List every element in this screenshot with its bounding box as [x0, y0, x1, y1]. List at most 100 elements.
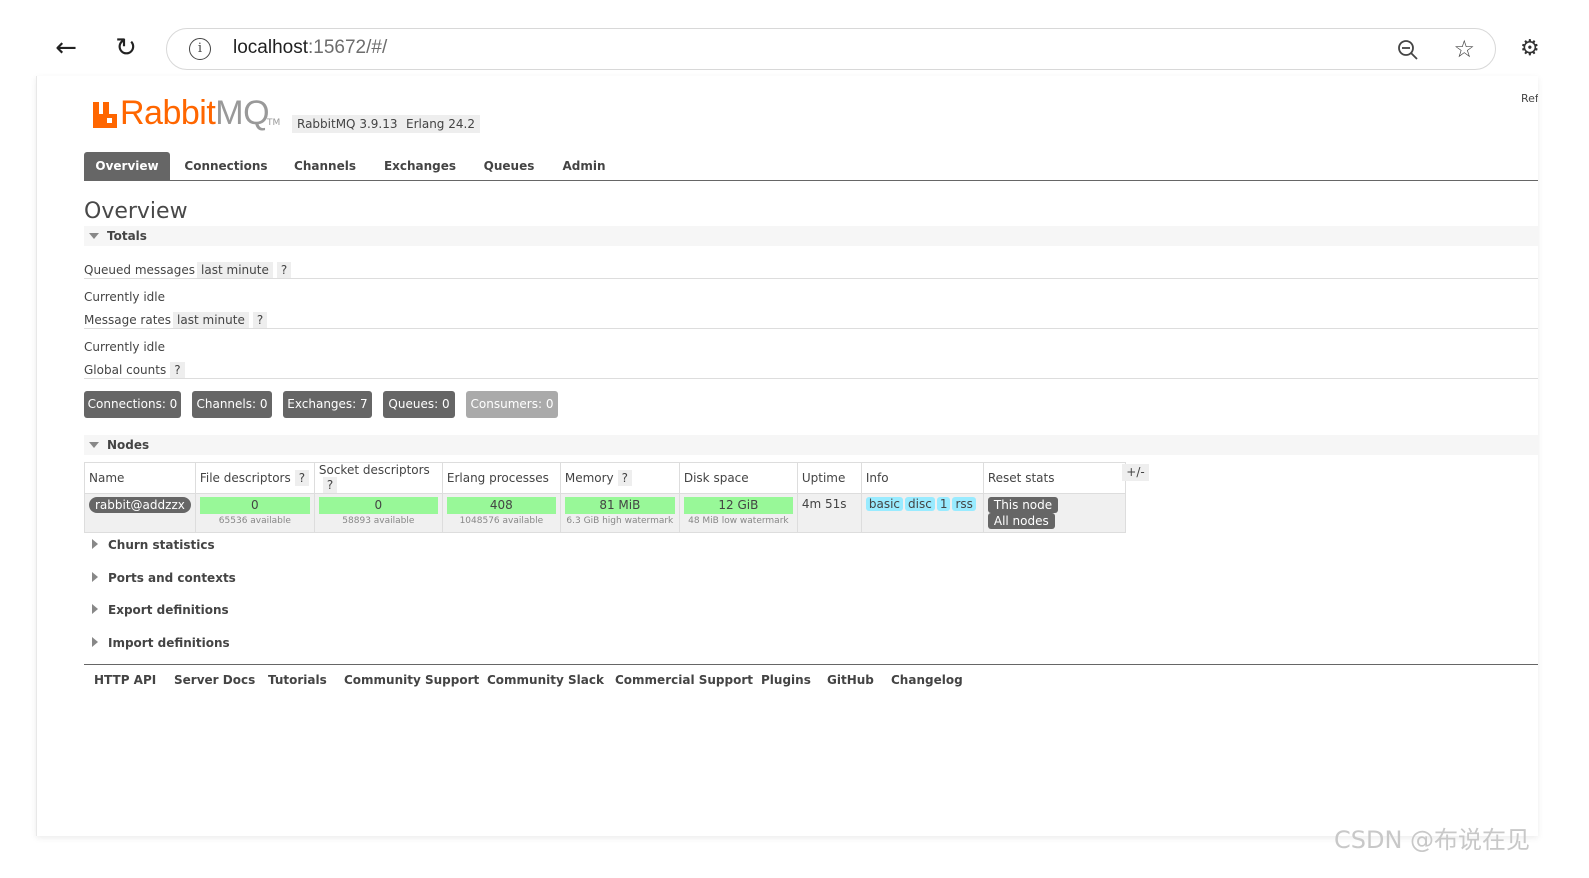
footer-link-commercial-support[interactable]: Commercial Support — [615, 673, 753, 687]
nodes-heading: Nodes — [107, 438, 150, 452]
tab-exchanges[interactable]: Exchanges — [376, 152, 464, 180]
zoom-out-icon[interactable] — [1397, 39, 1419, 61]
info-tag-rss: rss — [952, 497, 976, 511]
extensions-icon[interactable]: ⚙ — [1520, 36, 1540, 61]
ports-contexts-section[interactable]: Ports and contexts — [84, 571, 236, 585]
import-definitions-section[interactable]: Import definitions — [84, 636, 230, 650]
socket-desc-bar: 0 — [318, 497, 438, 514]
logo-wordmark: RabbitMQ — [120, 94, 270, 133]
info-tag-disc: disc — [905, 497, 935, 511]
rates-range-select[interactable]: last minute — [173, 312, 249, 328]
message-rates-label: Message rates — [84, 313, 172, 327]
collapsed-triangle-icon — [92, 604, 98, 614]
socket-desc-available: 58893 available — [342, 516, 415, 526]
help-button[interactable]: ? — [617, 470, 633, 486]
url-text[interactable]: localhost:15672/#/ — [233, 37, 387, 59]
export-definitions-section[interactable]: Export definitions — [84, 603, 229, 617]
tab-queues[interactable]: Queues — [478, 152, 540, 180]
info-cell: basic disc 1 rss — [860, 493, 984, 533]
queued-messages-label: Queued messages — [84, 263, 196, 277]
section-label: Churn statistics — [108, 538, 215, 552]
help-button[interactable]: ? — [252, 312, 268, 328]
col-name: Name — [84, 462, 196, 494]
queued-status: Currently idle — [84, 290, 165, 304]
file-desc-available: 65536 available — [218, 516, 291, 526]
connections-count-button[interactable]: Connections: 0 — [84, 391, 181, 418]
col-uptime: Uptime — [796, 462, 862, 494]
col-uptime-label: Uptime — [801, 471, 846, 485]
uptime-value: 4m 51s — [801, 497, 847, 511]
file-desc-cell: 0 65536 available — [194, 493, 315, 533]
table-header-row: Name File descriptors? Socket descriptor… — [84, 462, 1126, 494]
col-name-label: Name — [89, 471, 125, 485]
page-title: Overview — [84, 199, 188, 224]
rabbitmq-management-page: RabbitMQ TM RabbitMQ 3.9.13 Erlang 24.2 … — [36, 76, 1538, 836]
queued-messages-row: Queued messages last minute? — [84, 262, 292, 278]
section-label: Ports and contexts — [108, 571, 236, 585]
uptime-cell: 4m 51s — [796, 493, 862, 533]
tab-overview[interactable]: Overview — [84, 152, 170, 180]
memory-watermark: 6.3 GiB high watermark — [566, 516, 674, 526]
node-name-link[interactable]: rabbit@addzzx — [89, 497, 191, 513]
channels-count-button[interactable]: Channels: 0 — [192, 391, 272, 418]
help-button[interactable]: ? — [170, 362, 185, 378]
footer-link-plugins[interactable]: Plugins — [761, 673, 811, 687]
footer-link-server-docs[interactable]: Server Docs — [174, 673, 255, 687]
footer-link-community-slack[interactable]: Community Slack — [487, 673, 604, 687]
info-tag-basic: basic — [865, 497, 904, 511]
queued-range-select[interactable]: last minute — [197, 262, 273, 278]
divider — [84, 278, 1538, 279]
tab-channels[interactable]: Channels — [288, 152, 362, 180]
erlang-proc-bar: 408 — [446, 497, 556, 514]
reset-this-node-button[interactable]: This node — [987, 497, 1059, 513]
refresh-note[interactable]: Ref — [1521, 92, 1538, 105]
footer-link-changelog[interactable]: Changelog — [891, 673, 963, 687]
node-name-cell: rabbit@addzzx — [84, 493, 196, 533]
col-memory-label: Memory — [564, 471, 614, 485]
back-icon[interactable]: ← — [50, 32, 82, 64]
footer-link-tutorials[interactable]: Tutorials — [268, 673, 327, 687]
col-file-descriptors-label: File descriptors — [199, 471, 291, 485]
reset-all-nodes-button[interactable]: All nodes — [987, 513, 1055, 529]
message-rates-row: Message rates last minute? — [84, 312, 268, 328]
reload-icon[interactable]: ↻ — [110, 32, 142, 64]
exchanges-count-button[interactable]: Exchanges: 7 — [283, 391, 372, 418]
tab-admin[interactable]: Admin — [556, 152, 612, 180]
nodes-table: Name File descriptors? Socket descriptor… — [84, 462, 1126, 533]
help-button[interactable]: ? — [322, 477, 338, 493]
footer-link-community-support[interactable]: Community Support — [344, 673, 479, 687]
queues-count-button[interactable]: Queues: 0 — [383, 391, 455, 418]
rabbitmq-version-badge: RabbitMQ 3.9.13 — [292, 115, 403, 133]
socket-desc-cell: 0 58893 available — [313, 493, 443, 533]
consumers-count-button[interactable]: Consumers: 0 — [466, 391, 558, 418]
help-button[interactable]: ? — [294, 470, 310, 486]
col-reset-stats-label: Reset stats — [987, 471, 1055, 485]
global-counts-label: Global counts — [84, 363, 167, 377]
address-bar[interactable]: i localhost:15672/#/ ☆ — [166, 28, 1496, 70]
expanded-triangle-icon — [89, 233, 99, 239]
url-path: :15672/#/ — [308, 37, 388, 58]
screenshot-frame: ← ↻ i localhost:15672/#/ ☆ ⚙ RabbitMQ TM — [0, 0, 1589, 878]
tab-connections[interactable]: Connections — [178, 152, 274, 180]
site-info-icon[interactable]: i — [189, 38, 211, 60]
divider — [84, 378, 1538, 379]
nodes-section-header[interactable]: Nodes — [84, 435, 1538, 455]
help-button[interactable]: ? — [276, 262, 292, 278]
col-file-descriptors: File descriptors? — [194, 462, 315, 494]
footer-link-github[interactable]: GitHub — [827, 673, 874, 687]
file-desc-bar: 0 — [199, 497, 310, 514]
totals-section-header[interactable]: Totals — [84, 226, 1538, 246]
churn-statistics-section[interactable]: Churn statistics — [84, 538, 215, 552]
footer-link-http-api[interactable]: HTTP API — [94, 673, 156, 687]
col-info: Info — [860, 462, 984, 494]
toggle-columns-button[interactable]: +/- — [1122, 464, 1149, 481]
bookmark-star-icon[interactable]: ☆ — [1453, 36, 1475, 62]
col-memory: Memory? — [559, 462, 680, 494]
col-socket-descriptors-label: Socket descriptors — [318, 463, 430, 477]
memory-bar: 81 MiB — [564, 497, 675, 514]
col-disk-space: Disk space — [678, 462, 798, 494]
col-erlang-processes-label: Erlang processes — [446, 471, 549, 485]
logo-mq: MQ — [215, 94, 270, 132]
divider — [84, 328, 1538, 329]
erlang-proc-available: 1048576 available — [459, 516, 544, 526]
